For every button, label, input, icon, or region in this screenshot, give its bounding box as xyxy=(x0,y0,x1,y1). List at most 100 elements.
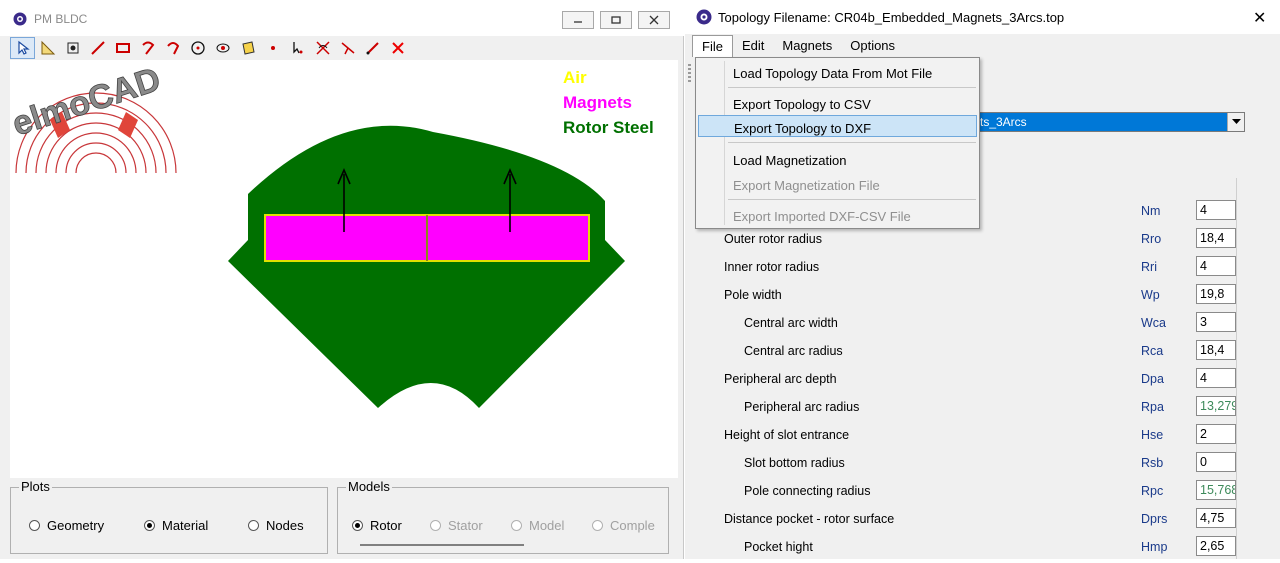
param-value-field[interactable]: 3 xyxy=(1196,312,1236,332)
circle-center-tool[interactable] xyxy=(185,37,210,59)
menu-item-export-dxf-csv[interactable]: Export Imported DXF-CSV File xyxy=(698,204,977,226)
param-row: Height of slot entrance Hse 2 xyxy=(685,423,1280,451)
param-value-field[interactable]: 4,75 xyxy=(1196,508,1236,528)
param-label: Inner rotor radius xyxy=(724,260,820,274)
param-label: Height of slot entrance xyxy=(724,428,850,442)
measure-tool[interactable] xyxy=(35,37,60,59)
param-value-field[interactable]: 0 xyxy=(1196,452,1236,472)
maximize-icon xyxy=(611,16,621,24)
param-row: Pole connecting radius Rpc 15,768 xyxy=(685,479,1280,507)
arc-alt-tool[interactable] xyxy=(160,37,185,59)
radio-geometry[interactable]: Geometry xyxy=(29,518,104,533)
param-value-field[interactable]: 2,65 xyxy=(1196,536,1236,556)
menu-file[interactable]: File xyxy=(692,35,733,57)
param-value-field[interactable]: 18,4 xyxy=(1196,340,1236,360)
minimize-icon xyxy=(574,21,582,23)
scan-tool[interactable] xyxy=(60,37,85,59)
radio-label: Model xyxy=(529,518,565,533)
menu-options[interactable]: Options xyxy=(841,35,904,57)
param-label: Central arc width xyxy=(744,316,838,330)
param-label: Pole width xyxy=(724,288,782,302)
param-symbol: Wca xyxy=(1141,316,1166,330)
menu-item-load-topology[interactable]: Load Topology Data From Mot File xyxy=(698,61,977,83)
radio-material[interactable]: Material xyxy=(144,518,208,533)
pointer-tool[interactable] xyxy=(10,37,35,59)
close-icon[interactable]: ✕ xyxy=(1253,8,1266,28)
radio-model[interactable]: Model xyxy=(511,518,564,533)
topology-select[interactable]: ts_3Arcs xyxy=(975,112,1245,132)
param-value-field[interactable]: 15,768 xyxy=(1196,480,1236,500)
line-tool[interactable] xyxy=(85,37,110,59)
cut-icon xyxy=(315,41,330,55)
line-icon xyxy=(90,41,105,55)
radio-circle xyxy=(430,520,441,531)
cut-tool[interactable] xyxy=(310,37,335,59)
chevron-down-icon[interactable] xyxy=(1227,113,1244,131)
maximize-button[interactable] xyxy=(600,11,632,29)
param-value-field[interactable]: 13,279 xyxy=(1196,396,1236,416)
radio-nodes[interactable]: Nodes xyxy=(248,518,304,533)
menu-separator xyxy=(728,199,976,200)
param-label: Peripheral arc depth xyxy=(724,372,837,386)
rotor-geometry xyxy=(228,125,625,409)
title-bar[interactable]: PM BLDC xyxy=(0,0,684,36)
radio-complete[interactable]: Comple xyxy=(592,518,655,533)
arc-tool[interactable] xyxy=(135,37,160,59)
pen-icon xyxy=(366,42,379,55)
menu-item-export-csv[interactable]: Export Topology to CSV xyxy=(698,92,977,114)
param-symbol: Rpc xyxy=(1141,484,1164,498)
split-tool[interactable] xyxy=(335,37,360,59)
menu-item-export-magnetization[interactable]: Export Magnetization File xyxy=(698,173,977,195)
window-title: PM BLDC xyxy=(34,12,88,26)
param-symbol: Rro xyxy=(1141,232,1162,246)
pen-tool[interactable] xyxy=(360,37,385,59)
rectangle-tool[interactable] xyxy=(110,37,135,59)
models-group-title: Models xyxy=(346,479,392,494)
view-tool[interactable] xyxy=(210,37,235,59)
magnet-right xyxy=(426,214,590,262)
drawing-canvas[interactable]: elmoCAD Air Magnets Rotor Steel xyxy=(10,60,678,478)
param-value-field[interactable]: 19,8 xyxy=(1196,284,1236,304)
param-symbol: Rsb xyxy=(1141,456,1164,470)
close-button[interactable] xyxy=(638,11,670,29)
eye-icon xyxy=(216,43,229,53)
param-row: Slot bottom radius Rsb 0 xyxy=(685,451,1280,479)
param-row: Pole width Wp 19,8 xyxy=(685,283,1280,311)
param-row: Peripheral arc depth Dpa 4 xyxy=(685,367,1280,395)
menu-magnets[interactable]: Magnets xyxy=(773,35,841,57)
menu-item-load-magnetization[interactable]: Load Magnetization xyxy=(698,148,977,170)
param-value-field[interactable]: 4 xyxy=(1196,256,1236,276)
polygon-tool[interactable] xyxy=(235,37,260,59)
point-tool[interactable] xyxy=(260,37,285,59)
menu-item-export-dxf[interactable]: Export Topology to DXF xyxy=(698,115,977,137)
topology-select-value: ts_3Arcs xyxy=(980,115,1027,129)
param-label: Pole connecting radius xyxy=(744,484,871,498)
app-icon xyxy=(696,9,712,25)
radio-stator[interactable]: Stator xyxy=(430,518,483,533)
radio-label: Geometry xyxy=(47,518,105,533)
param-row: Peripheral arc radius Rpa 13,279 xyxy=(685,395,1280,423)
drawing-toolbar xyxy=(10,36,678,60)
radio-rotor[interactable]: Rotor xyxy=(352,518,402,533)
move-tool[interactable] xyxy=(285,37,310,59)
ruler-icon xyxy=(41,40,55,55)
param-value-field[interactable]: 2 xyxy=(1196,424,1236,444)
delete-tool[interactable] xyxy=(385,37,410,59)
param-value-field[interactable]: 4 xyxy=(1196,200,1236,220)
title-bar[interactable]: Topology Filename: CR04b_Embedded_Magnet… xyxy=(685,0,1280,34)
param-label: Pocket hight xyxy=(744,540,813,554)
param-label: Outer rotor radius xyxy=(724,232,822,246)
param-value-field[interactable]: 18,4 xyxy=(1196,228,1236,248)
move-icon xyxy=(292,42,302,54)
param-symbol: Rri xyxy=(1141,260,1157,274)
menu-bar: File Edit Magnets Options xyxy=(685,35,1280,57)
radio-label: Comple xyxy=(610,518,655,533)
menu-edit[interactable]: Edit xyxy=(733,35,773,57)
minimize-button[interactable] xyxy=(562,11,594,29)
param-value-field[interactable]: 4 xyxy=(1196,368,1236,388)
window-title: Topology Filename: CR04b_Embedded_Magnet… xyxy=(718,10,1065,25)
magnet-left xyxy=(264,214,428,262)
models-scrollbar[interactable] xyxy=(360,544,524,546)
param-row: Inner rotor radius Rri 4 xyxy=(685,255,1280,283)
toolbar-grip[interactable] xyxy=(688,64,691,82)
